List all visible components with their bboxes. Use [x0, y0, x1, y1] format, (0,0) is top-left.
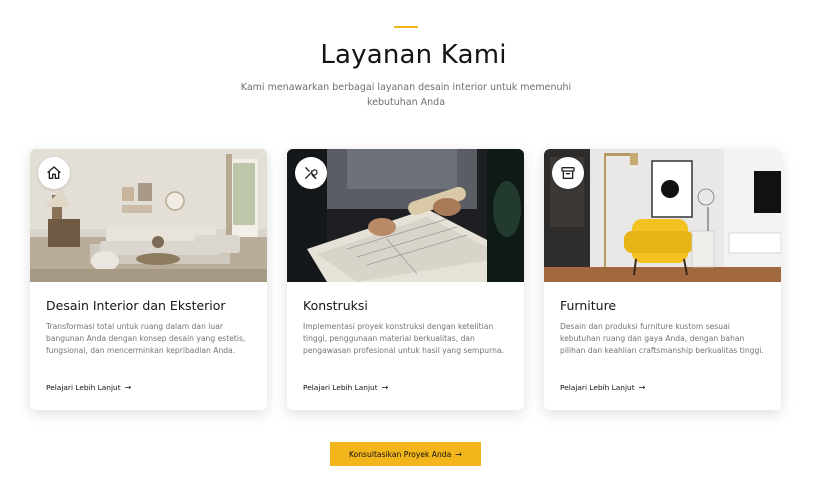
section-subtitle: Kami menawarkan berbagai layanan desain … — [240, 82, 572, 108]
service-description: Implementasi proyek konstruksi dengan ke… — [303, 322, 504, 356]
learn-more-link[interactable]: Pelajari Lebih Lanjut → — [303, 383, 388, 392]
service-title: Desain Interior dan Eksterior — [46, 298, 226, 313]
learn-more-label: Pelajari Lebih Lanjut — [46, 383, 121, 392]
section-title: Layanan Kami — [320, 40, 507, 70]
learn-more-label: Pelajari Lebih Lanjut — [560, 383, 635, 392]
learn-more-label: Pelajari Lebih Lanjut — [303, 383, 378, 392]
tools-icon — [305, 167, 318, 180]
arrow-right-icon: → — [124, 383, 132, 392]
learn-more-link[interactable]: Pelajari Lebih Lanjut → — [46, 383, 131, 392]
title-accent-line — [394, 26, 418, 28]
home-icon — [47, 166, 61, 179]
arrow-right-icon: → — [455, 449, 462, 459]
service-card-furniture: Furniture Desain dan produksi furniture … — [544, 149, 781, 410]
consult-project-label: Konsultasikan Proyek Anda — [349, 449, 452, 459]
service-description: Transformasi total untuk ruang dalam dan… — [46, 322, 246, 356]
home-icon-badge — [38, 157, 70, 189]
learn-more-link[interactable]: Pelajari Lebih Lanjut → — [560, 383, 645, 392]
service-card-construction: Konstruksi Implementasi proyek konstruks… — [287, 149, 524, 410]
service-description: Desain dan produksi furniture kustom ses… — [560, 322, 764, 356]
archive-box-icon — [561, 167, 575, 179]
arrow-right-icon: → — [381, 383, 389, 392]
archive-box-icon-badge — [552, 157, 584, 189]
service-title: Konstruksi — [303, 298, 368, 313]
consult-project-button[interactable]: Konsultasikan Proyek Anda → — [330, 442, 481, 466]
tools-icon-badge — [295, 157, 327, 189]
service-title: Furniture — [560, 298, 617, 313]
arrow-right-icon: → — [638, 383, 646, 392]
service-card-interior: Desain Interior dan Eksterior Transforma… — [30, 149, 267, 410]
